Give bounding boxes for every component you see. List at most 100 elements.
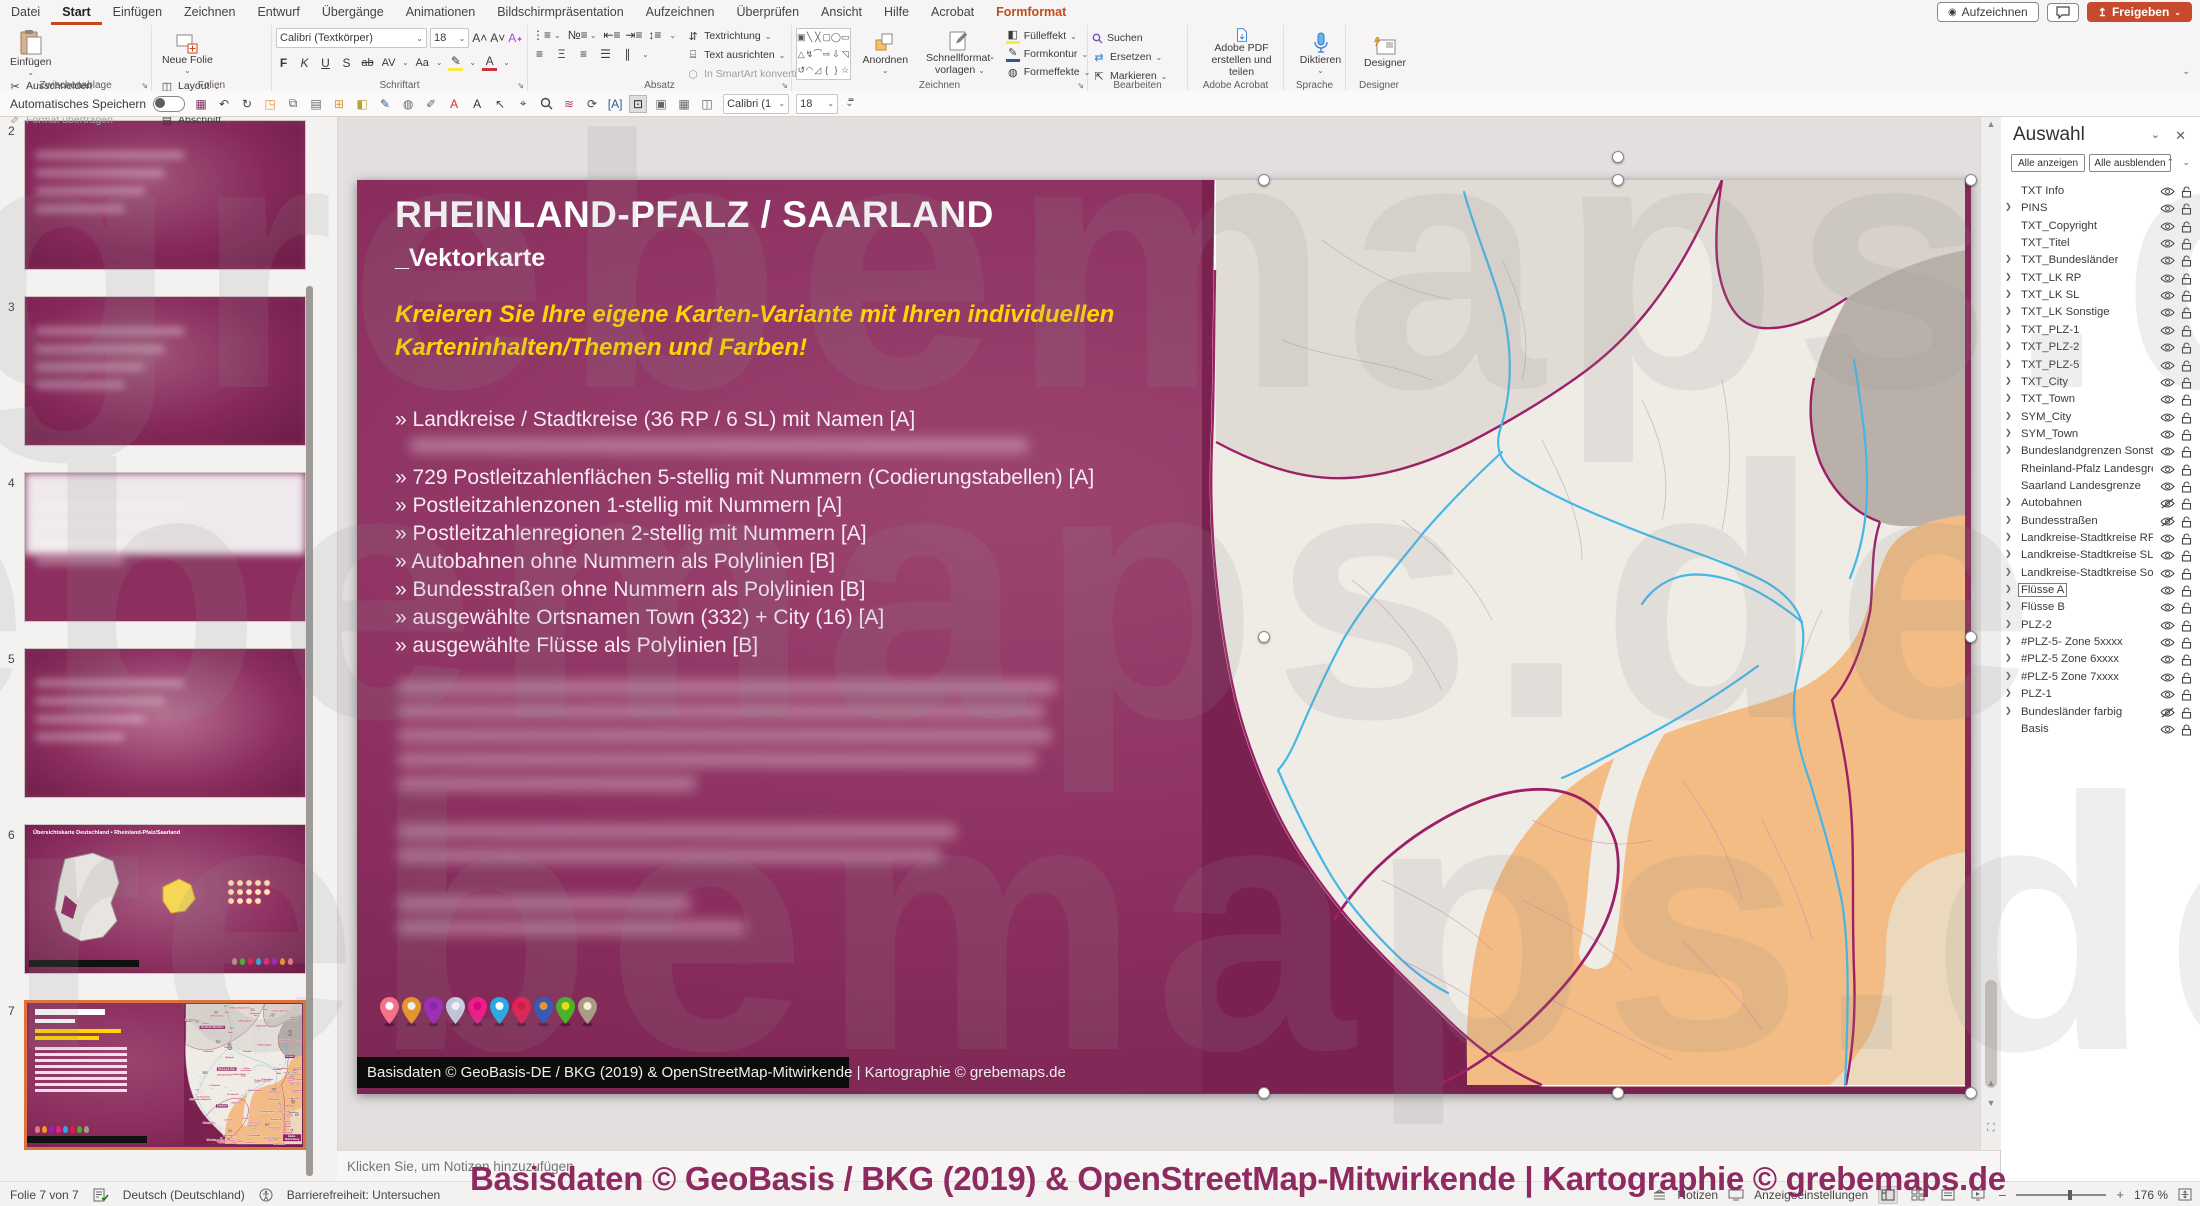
scrollbar-thumb[interactable] xyxy=(1985,980,1997,1088)
arrange-window-icon[interactable]: ◫ xyxy=(698,95,716,113)
visibility-eye-icon[interactable] xyxy=(2160,672,2175,686)
replace-button[interactable]: ⇄ Ersetzen ⌄ xyxy=(1092,49,1167,65)
find-button[interactable]: Suchen xyxy=(1092,30,1167,46)
underline-button[interactable]: U xyxy=(318,56,333,70)
map-pins-row[interactable] xyxy=(379,996,598,1027)
selection-pane-item[interactable]: ❯ Flüsse A xyxy=(2001,583,2200,600)
paste-icon[interactable]: ▤ xyxy=(307,95,325,113)
slide-subtitle[interactable]: _Vektorkarte xyxy=(395,244,545,273)
canvas-vertical-scrollbar[interactable]: ▲ ▲ ▼ ⛶ xyxy=(1980,116,2001,1150)
shape-glyph[interactable]: ↺ xyxy=(797,62,806,79)
strikethrough-button[interactable]: ab xyxy=(360,57,375,69)
align-right-button[interactable]: ≡ xyxy=(576,47,591,61)
zoom-magnifier-icon[interactable] xyxy=(537,95,555,113)
selection-handle[interactable] xyxy=(1612,174,1624,186)
visibility-eye-icon[interactable] xyxy=(2160,325,2175,339)
slide-thumbnail-6[interactable]: Übersichtskarte Deutschland • Rheinland-… xyxy=(24,824,306,974)
change-case-button[interactable]: Aa xyxy=(415,57,430,69)
menu-tab-hilfe[interactable]: Hilfe xyxy=(873,0,920,25)
selection-pane-item[interactable]: ❯ Landkreise-Stadtkreise SL xyxy=(2001,548,2200,565)
selection-pane-item[interactable]: ❯ Flüsse B xyxy=(2001,600,2200,617)
expand-chevron-icon[interactable]: ❯ xyxy=(2005,532,2012,541)
format-painter-icon[interactable]: ✐ xyxy=(422,95,440,113)
new-slide-button[interactable]: Neue Folie ⌄ xyxy=(156,28,219,78)
selection-pane-item[interactable]: ❯ #PLZ-5 Zone 6xxxx xyxy=(2001,652,2200,669)
ungroup-objects-icon[interactable]: ▦ xyxy=(675,95,693,113)
grow-font-button[interactable]: A˄ xyxy=(472,31,487,45)
unlock-icon[interactable] xyxy=(2181,377,2192,392)
slide-copyright-bar[interactable]: Basisdaten © GeoBasis-DE / BKG (2019) & … xyxy=(357,1057,1066,1088)
menu-tab-entwurf[interactable]: Entwurf xyxy=(246,0,310,25)
unlock-icon[interactable] xyxy=(2181,429,2192,444)
unlock-icon[interactable] xyxy=(2181,290,2192,305)
layer-name[interactable]: PLZ-1 xyxy=(2021,688,2052,700)
qat-font-select[interactable]: Calibri (1 ⌄ xyxy=(723,93,790,114)
font-color-button[interactable]: A xyxy=(482,54,498,71)
zoom-level[interactable]: 176 % xyxy=(2134,1188,2168,1202)
pane-close-icon[interactable]: ✕ xyxy=(2175,128,2186,144)
menu-tab-datei[interactable]: Datei xyxy=(0,0,51,25)
unlock-icon[interactable] xyxy=(2181,550,2192,565)
font-name-select[interactable]: Calibri (Textkörper) ⌄ xyxy=(276,28,427,48)
drawing-dialog-launcher[interactable]: ⇘ xyxy=(1077,81,1084,90)
expand-chevron-icon[interactable]: ❯ xyxy=(2005,706,2012,715)
bring-forward-icon[interactable]: ◳ xyxy=(261,95,279,113)
selection-pane-item[interactable]: ❯ TXT_Town xyxy=(2001,392,2200,409)
expand-chevron-icon[interactable]: ❯ xyxy=(2005,619,2012,628)
expand-chevron-icon[interactable]: ❯ xyxy=(2005,653,2012,662)
shape-fill-button[interactable]: ◧ Fülleffekt ⌄ xyxy=(1005,28,1091,44)
selection-handle[interactable] xyxy=(1258,1087,1270,1099)
shape-gallery[interactable]: ▣ ╲ ╳ ▢ ◯ ▭ △ ↯ ⌒ ⇨ ⇩ ◹ ↺ ◠ ◿{} ☆ xyxy=(796,28,851,80)
expand-chevron-icon[interactable]: ❯ xyxy=(2005,341,2012,350)
selection-pane-item[interactable]: ❯ SYM_Town xyxy=(2001,427,2200,444)
visibility-eye-icon[interactable] xyxy=(2160,533,2175,547)
thumbnail-scrollbar[interactable] xyxy=(306,286,313,1176)
slide-title[interactable]: RHEINLAND-PFALZ / SAARLAND xyxy=(395,194,994,236)
selection-pane-item[interactable]: Saarland Landesgrenze xyxy=(2001,479,2200,496)
dictate-button[interactable]: Diktieren ⌄ xyxy=(1288,28,1353,78)
zoom-slider-knob[interactable] xyxy=(2068,1189,2073,1200)
previous-slide-icon[interactable]: ▲ xyxy=(1981,1078,2001,1088)
bullets-button[interactable]: ⋮≡ xyxy=(532,28,551,42)
selection-pane-item[interactable]: ❯ Bundesländer farbig xyxy=(2001,705,2200,722)
selection-pane-icon[interactable]: ⊡ xyxy=(629,94,648,113)
shrink-font-button[interactable]: A˅ xyxy=(490,31,505,45)
adobe-pdf-button[interactable]: Adobe PDF erstellen und teilen xyxy=(1192,28,1291,78)
shape-glyph[interactable]: ◯ xyxy=(831,29,841,46)
selection-pane-item[interactable]: ❯ Bundeslandgrenzen Sonstige xyxy=(2001,444,2200,461)
selection-pane-item[interactable]: ❯ #PLZ-5- Zone 5xxxx xyxy=(2001,635,2200,652)
slide-bullet[interactable]: » ausgewählte Flüsse als Polylinien [B] xyxy=(395,634,758,658)
visibility-eye-icon[interactable] xyxy=(2160,273,2175,287)
selection-pane-item[interactable]: ❯ #PLZ-5 Zone 7xxxx xyxy=(2001,670,2200,687)
scroll-up-icon[interactable]: ▲ xyxy=(1981,119,2001,129)
unlock-icon[interactable] xyxy=(2181,325,2192,340)
spellcheck-icon[interactable] xyxy=(93,1188,109,1202)
shape-glyph[interactable]: ⇩ xyxy=(831,46,841,63)
character-color-icon[interactable]: A xyxy=(468,95,486,113)
selection-pane-item[interactable]: ❯ PLZ-1 xyxy=(2001,687,2200,704)
zoom-slider[interactable] xyxy=(2016,1189,2107,1200)
selection-pane-item[interactable]: ❯ TXT_City xyxy=(2001,375,2200,392)
visibility-eye-icon[interactable] xyxy=(2160,724,2175,738)
redo-icon[interactable]: ↻ xyxy=(238,95,256,113)
selection-handle[interactable] xyxy=(1965,631,1977,643)
accessibility-icon[interactable] xyxy=(259,1188,273,1202)
clear-formatting-button[interactable]: A✦ xyxy=(508,31,523,45)
expand-chevron-icon[interactable]: ❯ xyxy=(2005,428,2012,437)
selection-pane-item[interactable]: TXT_Titel xyxy=(2001,236,2200,253)
shape-outline-button[interactable]: ✎ Formkontur ⌄ xyxy=(1005,46,1091,62)
visibility-eye-icon[interactable] xyxy=(2160,602,2175,616)
layer-name[interactable]: PLZ-2 xyxy=(2021,619,2052,631)
selection-handle[interactable] xyxy=(1612,1087,1624,1099)
comments-button[interactable] xyxy=(2046,2,2079,22)
expand-chevron-icon[interactable]: ❯ xyxy=(2005,497,2012,506)
layer-name[interactable]: #PLZ-5 Zone 7xxxx xyxy=(2021,671,2119,683)
expand-chevron-icon[interactable]: ❯ xyxy=(2005,411,2012,420)
visibility-eye-icon[interactable] xyxy=(2160,221,2175,235)
unlock-icon[interactable] xyxy=(2181,706,2192,722)
layer-name[interactable]: Flüsse A xyxy=(2017,583,2068,598)
next-slide-icon[interactable]: ▼ xyxy=(1981,1098,2001,1108)
slide-bullet[interactable]: » ausgewählte Ortsnamen Town (332) + Cit… xyxy=(395,606,884,630)
refresh-icon[interactable]: ⟳ xyxy=(583,95,601,113)
unlock-icon[interactable] xyxy=(2181,186,2192,201)
